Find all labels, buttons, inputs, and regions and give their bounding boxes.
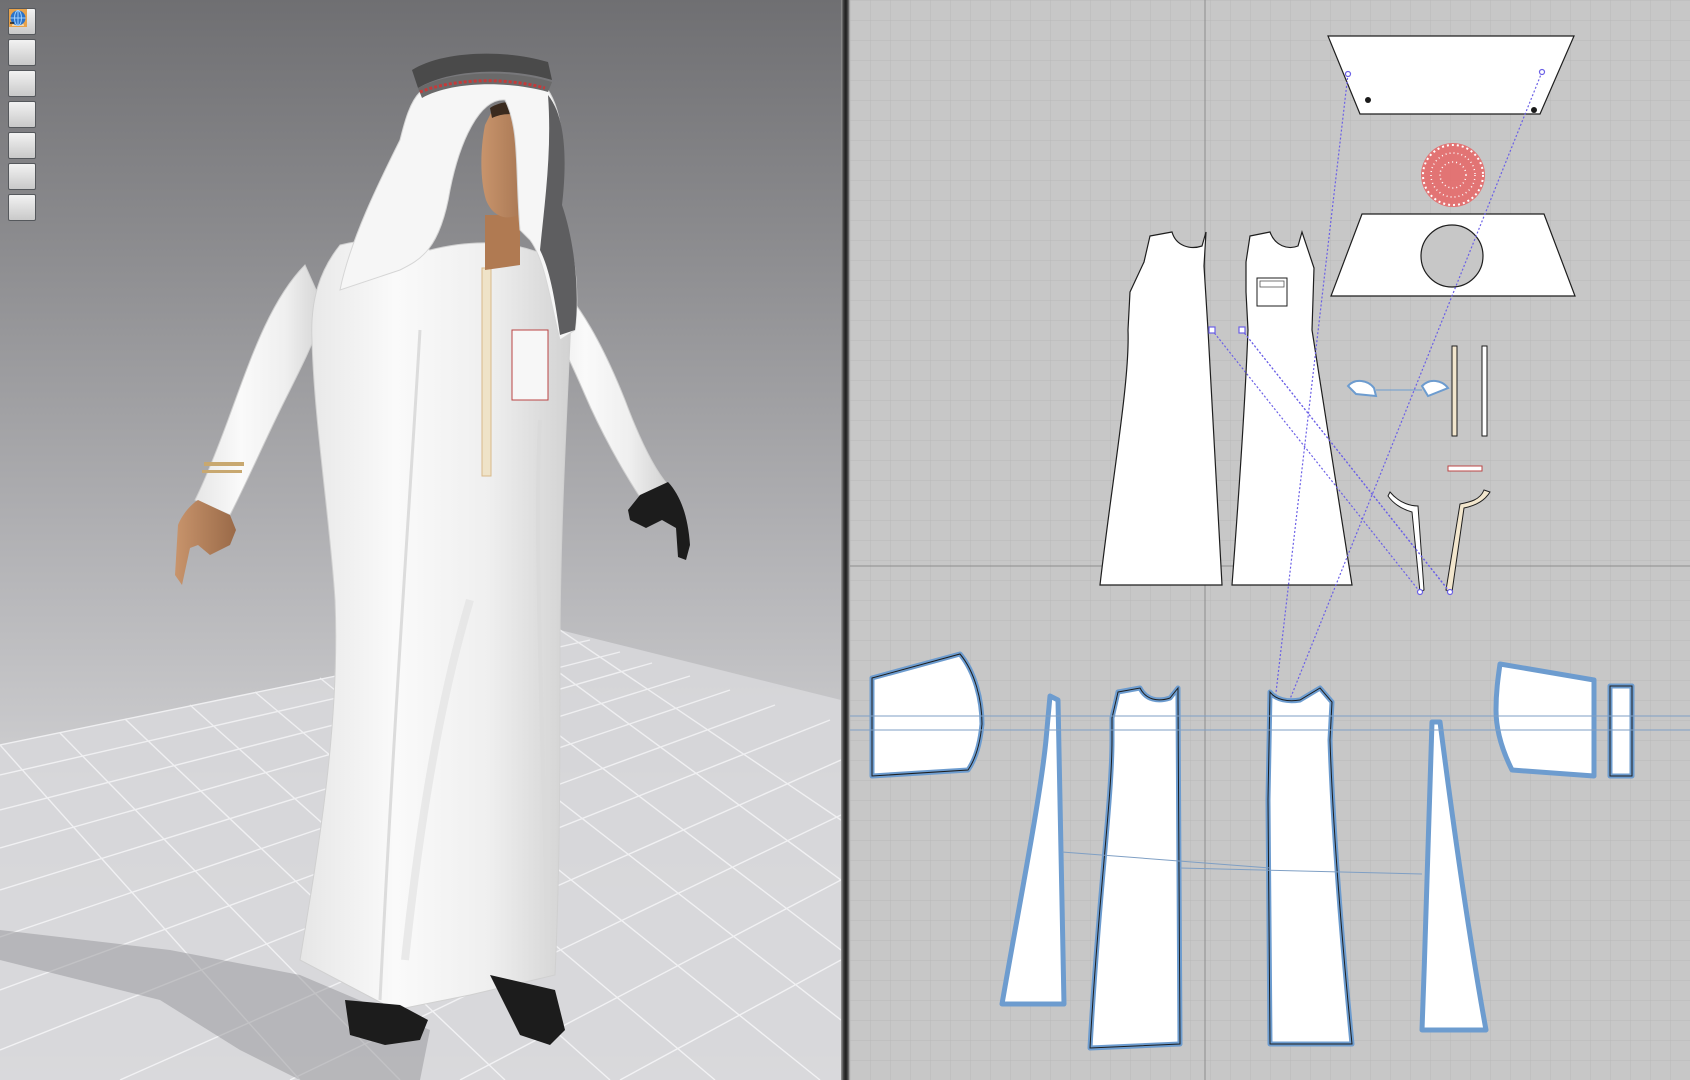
pattern-piece-headdress[interactable]	[1327, 35, 1575, 115]
3d-viewport[interactable]	[0, 0, 841, 1080]
3d-scene	[0, 53, 841, 1080]
avatar-neck	[485, 215, 520, 270]
shading-icon[interactable]	[8, 12, 36, 159]
avatar-icon[interactable]	[8, 10, 36, 97]
pattern-piece-button-strip[interactable]	[1447, 465, 1483, 472]
pattern-piece-placket-right[interactable]	[1481, 345, 1488, 437]
pattern-notch	[1531, 107, 1537, 113]
left-sleeve	[194, 264, 326, 516]
pattern-piece-sleeve-left[interactable]	[869, 651, 985, 779]
pattern-piece-agal[interactable]	[1421, 143, 1485, 207]
pattern-piece-cuff[interactable]	[1607, 683, 1635, 779]
pattern-piece-sleeve-right[interactable]	[1493, 661, 1597, 779]
robe-pocket	[511, 329, 549, 401]
robe-placket	[481, 267, 492, 477]
avatar-skin-icon[interactable]	[8, 9, 36, 190]
pattern-canvas	[850, 0, 1690, 1080]
application-window	[0, 0, 1690, 1080]
simulation-icon[interactable]	[8, 9, 36, 66]
texture-view-icon[interactable]	[8, 11, 36, 128]
pattern-piece-placket-left[interactable]	[1451, 345, 1458, 437]
pattern-notch	[1365, 97, 1371, 103]
viewport-toolbar	[8, 8, 38, 221]
pattern-cap-hole	[1420, 224, 1484, 288]
environment-globe-icon[interactable]	[8, 10, 36, 221]
pattern-pocket-outline	[1256, 277, 1288, 307]
2d-pattern-window[interactable]	[850, 0, 1690, 1080]
viewport-splitter[interactable]	[841, 0, 850, 1080]
